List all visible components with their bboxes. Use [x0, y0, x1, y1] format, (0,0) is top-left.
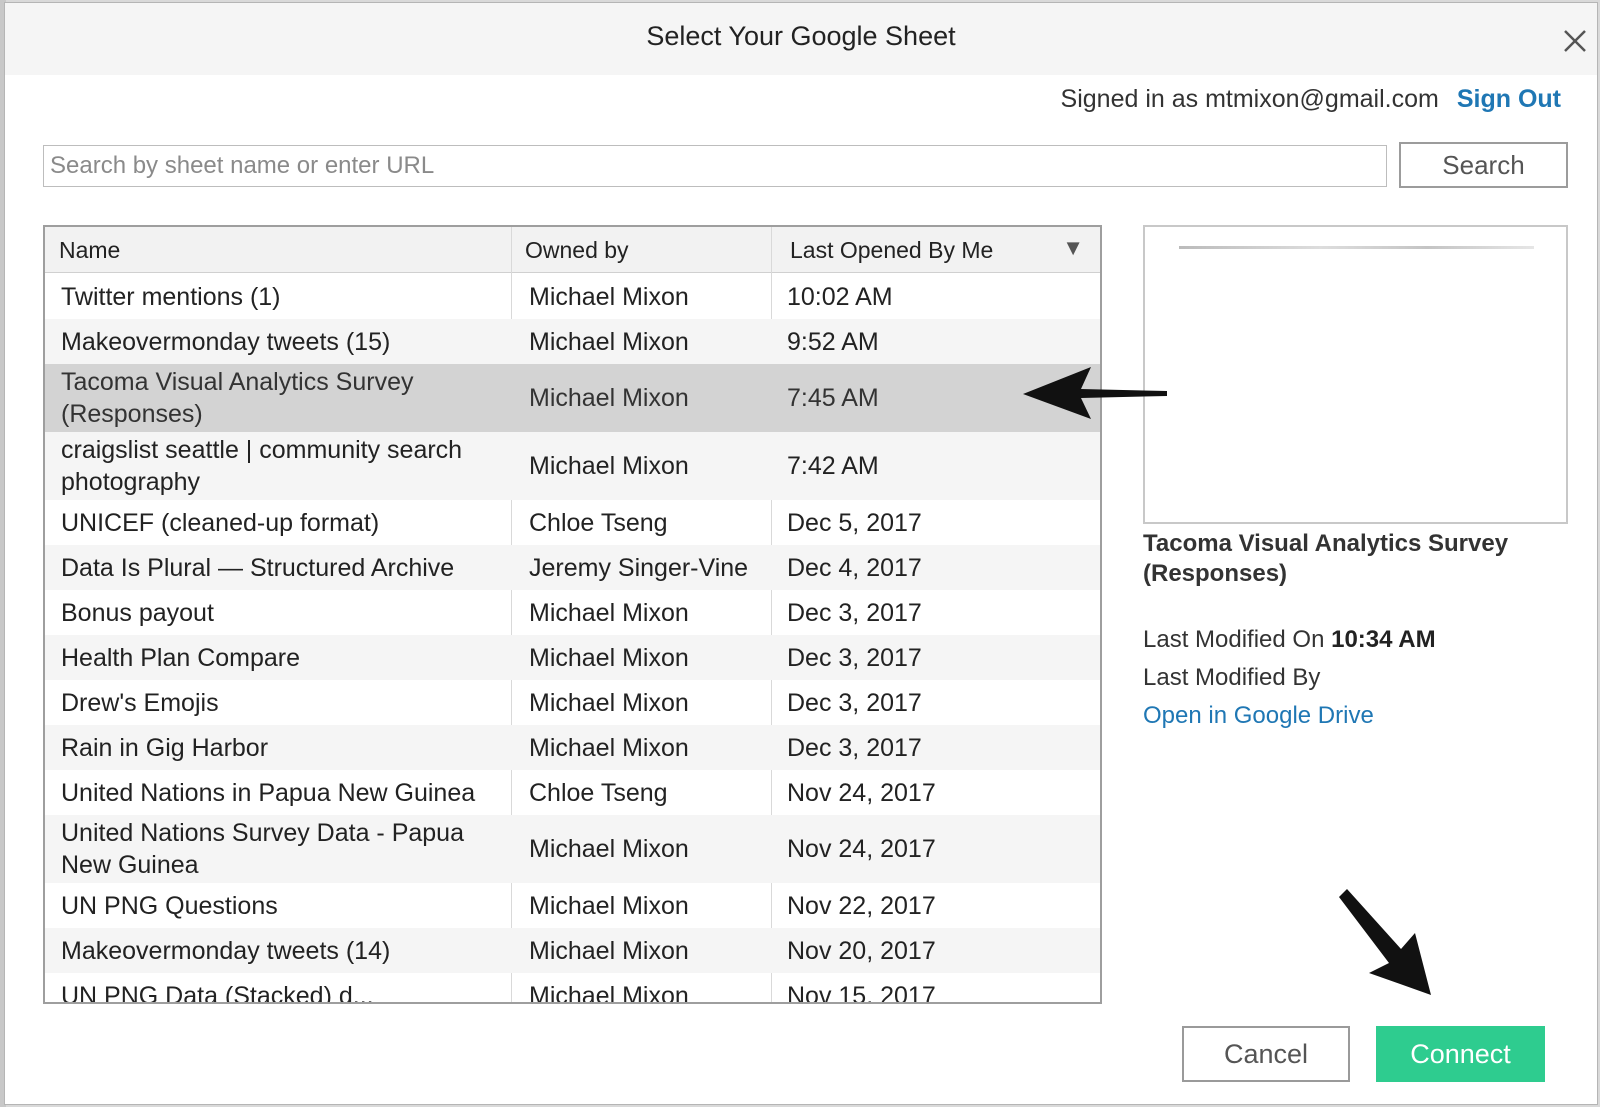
cell-last-opened: Dec 3, 2017: [787, 643, 922, 672]
cell-name: Rain in Gig Harbor: [61, 733, 269, 762]
close-icon[interactable]: [1561, 27, 1589, 55]
cell-name: Bonus payout: [61, 598, 214, 627]
sort-down-icon[interactable]: ▼: [1062, 235, 1084, 261]
dialog-title: Select Your Google Sheet: [646, 21, 956, 51]
table-header: Name Owned by Last Opened By Me ▼: [45, 227, 1100, 273]
signed-in-text: Signed in as mtmixon@gmail.com: [1060, 85, 1439, 113]
search-button[interactable]: Search: [1399, 142, 1568, 188]
column-header-name[interactable]: Name: [59, 227, 120, 273]
cell-name: UN PNG Questions: [61, 891, 278, 920]
cell-name: Health Plan Compare: [61, 643, 301, 672]
column-header-owner[interactable]: Owned by: [525, 227, 629, 273]
table-row[interactable]: craigslist seattle | community search ph…: [45, 432, 1100, 500]
sheets-table: Name Owned by Last Opened By Me ▼ Twitte…: [43, 225, 1102, 1004]
cell-last-opened: Nov 24, 2017: [787, 778, 936, 807]
last-modified-on-label: Last Modified On: [1143, 626, 1325, 653]
account-row: Signed in as mtmixon@gmail.com Sign Out: [1061, 85, 1561, 114]
table-row[interactable]: Rain in Gig Harbor Michael Mixon Dec 3, 20…: [45, 725, 1100, 770]
last-modified-on: Last Modified On 10:34 AM: [1143, 626, 1436, 654]
cell-name: Tacoma Visual Analytics Survey (Response…: [61, 368, 414, 428]
table-row[interactable]: UN PNG Questions Michael Mixon Nov 22, 201…: [45, 883, 1100, 928]
cell-owner: Michael Mixon: [529, 327, 689, 356]
table-row[interactable]: Data Is Plural — Structured Archive Jerem…: [45, 545, 1100, 590]
table-row[interactable]: UN PNG Data (Stacked) d... Michael Mixon N…: [45, 973, 1100, 1004]
cell-owner: Michael Mixon: [529, 688, 689, 717]
cell-last-opened: 10:02 AM: [787, 282, 893, 311]
open-in-drive-link[interactable]: Open in Google Drive: [1143, 702, 1374, 730]
selected-sheet-title: Tacoma Visual Analytics Survey (Response…: [1143, 530, 1509, 587]
cell-owner: Michael Mixon: [529, 936, 689, 965]
last-modified-by-label: Last Modified By: [1143, 664, 1321, 691]
cancel-button[interactable]: Cancel: [1182, 1026, 1350, 1082]
table-row[interactable]: Tacoma Visual Analytics Survey (Response…: [45, 364, 1100, 432]
cell-owner: Michael Mixon: [529, 835, 689, 863]
cell-last-opened: Dec 5, 2017: [787, 508, 922, 537]
cell-owner: Michael Mixon: [529, 643, 689, 672]
cell-owner: Jeremy Singer-Vine: [529, 553, 749, 582]
cell-owner: Michael Mixon: [529, 282, 689, 311]
sheet-preview: [1143, 225, 1568, 524]
cell-last-opened: 9:52 AM: [787, 327, 879, 356]
arrow-pointer-icon: [1023, 367, 1167, 419]
cell-name: Makeovermonday tweets (14): [61, 936, 391, 965]
cell-owner: Chloe Tseng: [529, 508, 668, 537]
table-row[interactable]: United Nations in Papua New Guinea Chloe …: [45, 770, 1100, 815]
table-row[interactable]: United Nations Survey Data - Papua New G…: [45, 815, 1100, 883]
table-row[interactable]: Bonus payout Michael Mixon Dec 3, 2017: [45, 590, 1100, 635]
table-row[interactable]: Health Plan Compare Michael Mixon Dec 3, 2…: [45, 635, 1100, 680]
cell-name: Makeovermonday tweets (15): [61, 327, 391, 356]
cell-owner: Michael Mixon: [529, 384, 689, 412]
column-header-last-opened[interactable]: Last Opened By Me: [790, 227, 993, 273]
cell-last-opened: Dec 4, 2017: [787, 553, 922, 582]
cell-name: craigslist seattle | community search ph…: [61, 436, 463, 496]
table-body: Twitter mentions (1) Michael Mixon 10:02 A…: [45, 274, 1100, 1004]
cell-name: UNICEF (cleaned-up format): [61, 508, 380, 537]
cell-last-opened: 7:42 AM: [787, 452, 879, 480]
sign-out-link[interactable]: Sign Out: [1457, 85, 1561, 114]
table-row[interactable]: Drew's Emojis Michael Mixon Dec 3, 2017: [45, 680, 1100, 725]
cell-name: Twitter mentions (1): [61, 282, 281, 311]
cell-last-opened: Dec 3, 2017: [787, 688, 922, 717]
cell-owner: Chloe Tseng: [529, 778, 668, 807]
preview-thumbnail-content: [1179, 246, 1534, 249]
cell-last-opened: Dec 3, 2017: [787, 598, 922, 627]
cell-name: United Nations Survey Data - Papua New G…: [61, 819, 464, 879]
cell-owner: Michael Mixon: [529, 733, 689, 762]
search-input[interactable]: [43, 145, 1387, 187]
cell-name: Drew's Emojis: [61, 688, 219, 717]
cell-owner: Michael Mixon: [529, 981, 689, 1004]
connect-button[interactable]: Connect: [1376, 1026, 1545, 1082]
arrow-pointer-icon: [1339, 889, 1431, 995]
cell-name: UN PNG Data (Stacked) d...: [61, 981, 374, 1004]
table-row[interactable]: Makeovermonday tweets (15) Michael Mixon 9…: [45, 319, 1100, 364]
cell-last-opened: Nov 20, 2017: [787, 936, 936, 965]
table-row[interactable]: Twitter mentions (1) Michael Mixon 10:02 A…: [45, 274, 1100, 319]
select-sheet-dialog: Select Your Google Sheet Signed in as mt…: [4, 2, 1598, 1105]
table-row[interactable]: Makeovermonday tweets (14) Michael Mixon N…: [45, 928, 1100, 973]
cell-last-opened: Nov 24, 2017: [787, 835, 936, 863]
cell-last-opened: Nov 15, 2017: [787, 981, 936, 1004]
cell-owner: Michael Mixon: [529, 452, 689, 480]
table-row[interactable]: UNICEF (cleaned-up format) Chloe Tseng Dec…: [45, 500, 1100, 545]
cell-owner: Michael Mixon: [529, 891, 689, 920]
last-modified-on-value: 10:34 AM: [1331, 626, 1436, 653]
cell-name: Data Is Plural — Structured Archive: [61, 553, 455, 582]
cell-last-opened: Nov 22, 2017: [787, 891, 936, 920]
cell-name: United Nations in Papua New Guinea: [61, 778, 476, 807]
cell-owner: Michael Mixon: [529, 598, 689, 627]
dialog-titlebar: Select Your Google Sheet: [5, 3, 1597, 75]
cell-last-opened: Dec 3, 2017: [787, 733, 922, 762]
